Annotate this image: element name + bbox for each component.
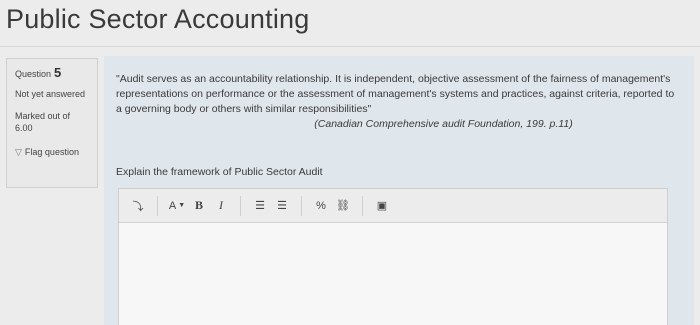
editor-toolbar: ⤵ A ▼ B I ☰ ☰ % ⛓ ▣ bbox=[119, 189, 667, 223]
question-content: "Audit serves as an accountability relat… bbox=[104, 56, 694, 325]
question-number: Question 5 bbox=[15, 65, 89, 80]
numbered-list-icon: ☰ bbox=[277, 200, 287, 212]
bullet-list-icon: ☰ bbox=[255, 200, 265, 212]
expand-toolbar-button[interactable]: ⤵ bbox=[129, 196, 147, 216]
question-label: Question bbox=[15, 69, 52, 79]
font-color-button[interactable]: A ▼ bbox=[168, 196, 186, 216]
font-color-icon: A bbox=[168, 199, 177, 212]
toolbar-separator bbox=[240, 195, 241, 216]
flag-question-label: Flag question bbox=[24, 147, 79, 157]
italic-icon: I bbox=[219, 198, 223, 212]
quote-citation: (Canadian Comprehensive audit Foundation… bbox=[314, 118, 573, 130]
link-button[interactable]: % bbox=[312, 196, 330, 216]
question-number-value: 5 bbox=[54, 65, 62, 80]
link-icon: % bbox=[316, 199, 326, 212]
quote-text: "Audit serves as an accountability relat… bbox=[116, 73, 675, 115]
header-divider bbox=[0, 46, 700, 47]
expand-icon: ⤵ bbox=[132, 200, 144, 213]
flag-icon: ▽ bbox=[15, 147, 22, 157]
chevron-down-icon: ▼ bbox=[178, 202, 186, 209]
unlink-button[interactable]: ⛓ bbox=[334, 196, 352, 216]
toolbar-separator bbox=[362, 195, 363, 216]
answer-text-area[interactable] bbox=[119, 223, 667, 325]
image-icon: ▣ bbox=[376, 200, 388, 212]
question-prompt: Explain the framework of Public Sector A… bbox=[116, 166, 323, 178]
insert-image-button[interactable]: ▣ bbox=[373, 196, 391, 216]
numbered-list-button[interactable]: ☰ bbox=[273, 196, 291, 216]
flag-question-button[interactable]: ▽ Flag question bbox=[15, 146, 89, 158]
bold-icon: B bbox=[194, 198, 203, 212]
italic-button[interactable]: I bbox=[212, 196, 230, 216]
bold-button[interactable]: B bbox=[190, 196, 208, 216]
question-quote: "Audit serves as an accountability relat… bbox=[116, 72, 681, 132]
question-marks: Marked out of 6.00 bbox=[15, 111, 71, 133]
toolbar-separator bbox=[301, 195, 302, 216]
unlink-icon: ⛓ bbox=[336, 200, 350, 212]
question-info-panel: Question 5 Not yet answered Marked out o… bbox=[6, 58, 98, 188]
question-status: Not yet answered bbox=[15, 89, 86, 99]
bullet-list-button[interactable]: ☰ bbox=[251, 196, 269, 216]
page-title: Public Sector Accounting bbox=[6, 4, 310, 34]
toolbar-separator bbox=[157, 195, 158, 216]
answer-editor: ⤵ A ▼ B I ☰ ☰ % ⛓ ▣ bbox=[118, 188, 668, 325]
